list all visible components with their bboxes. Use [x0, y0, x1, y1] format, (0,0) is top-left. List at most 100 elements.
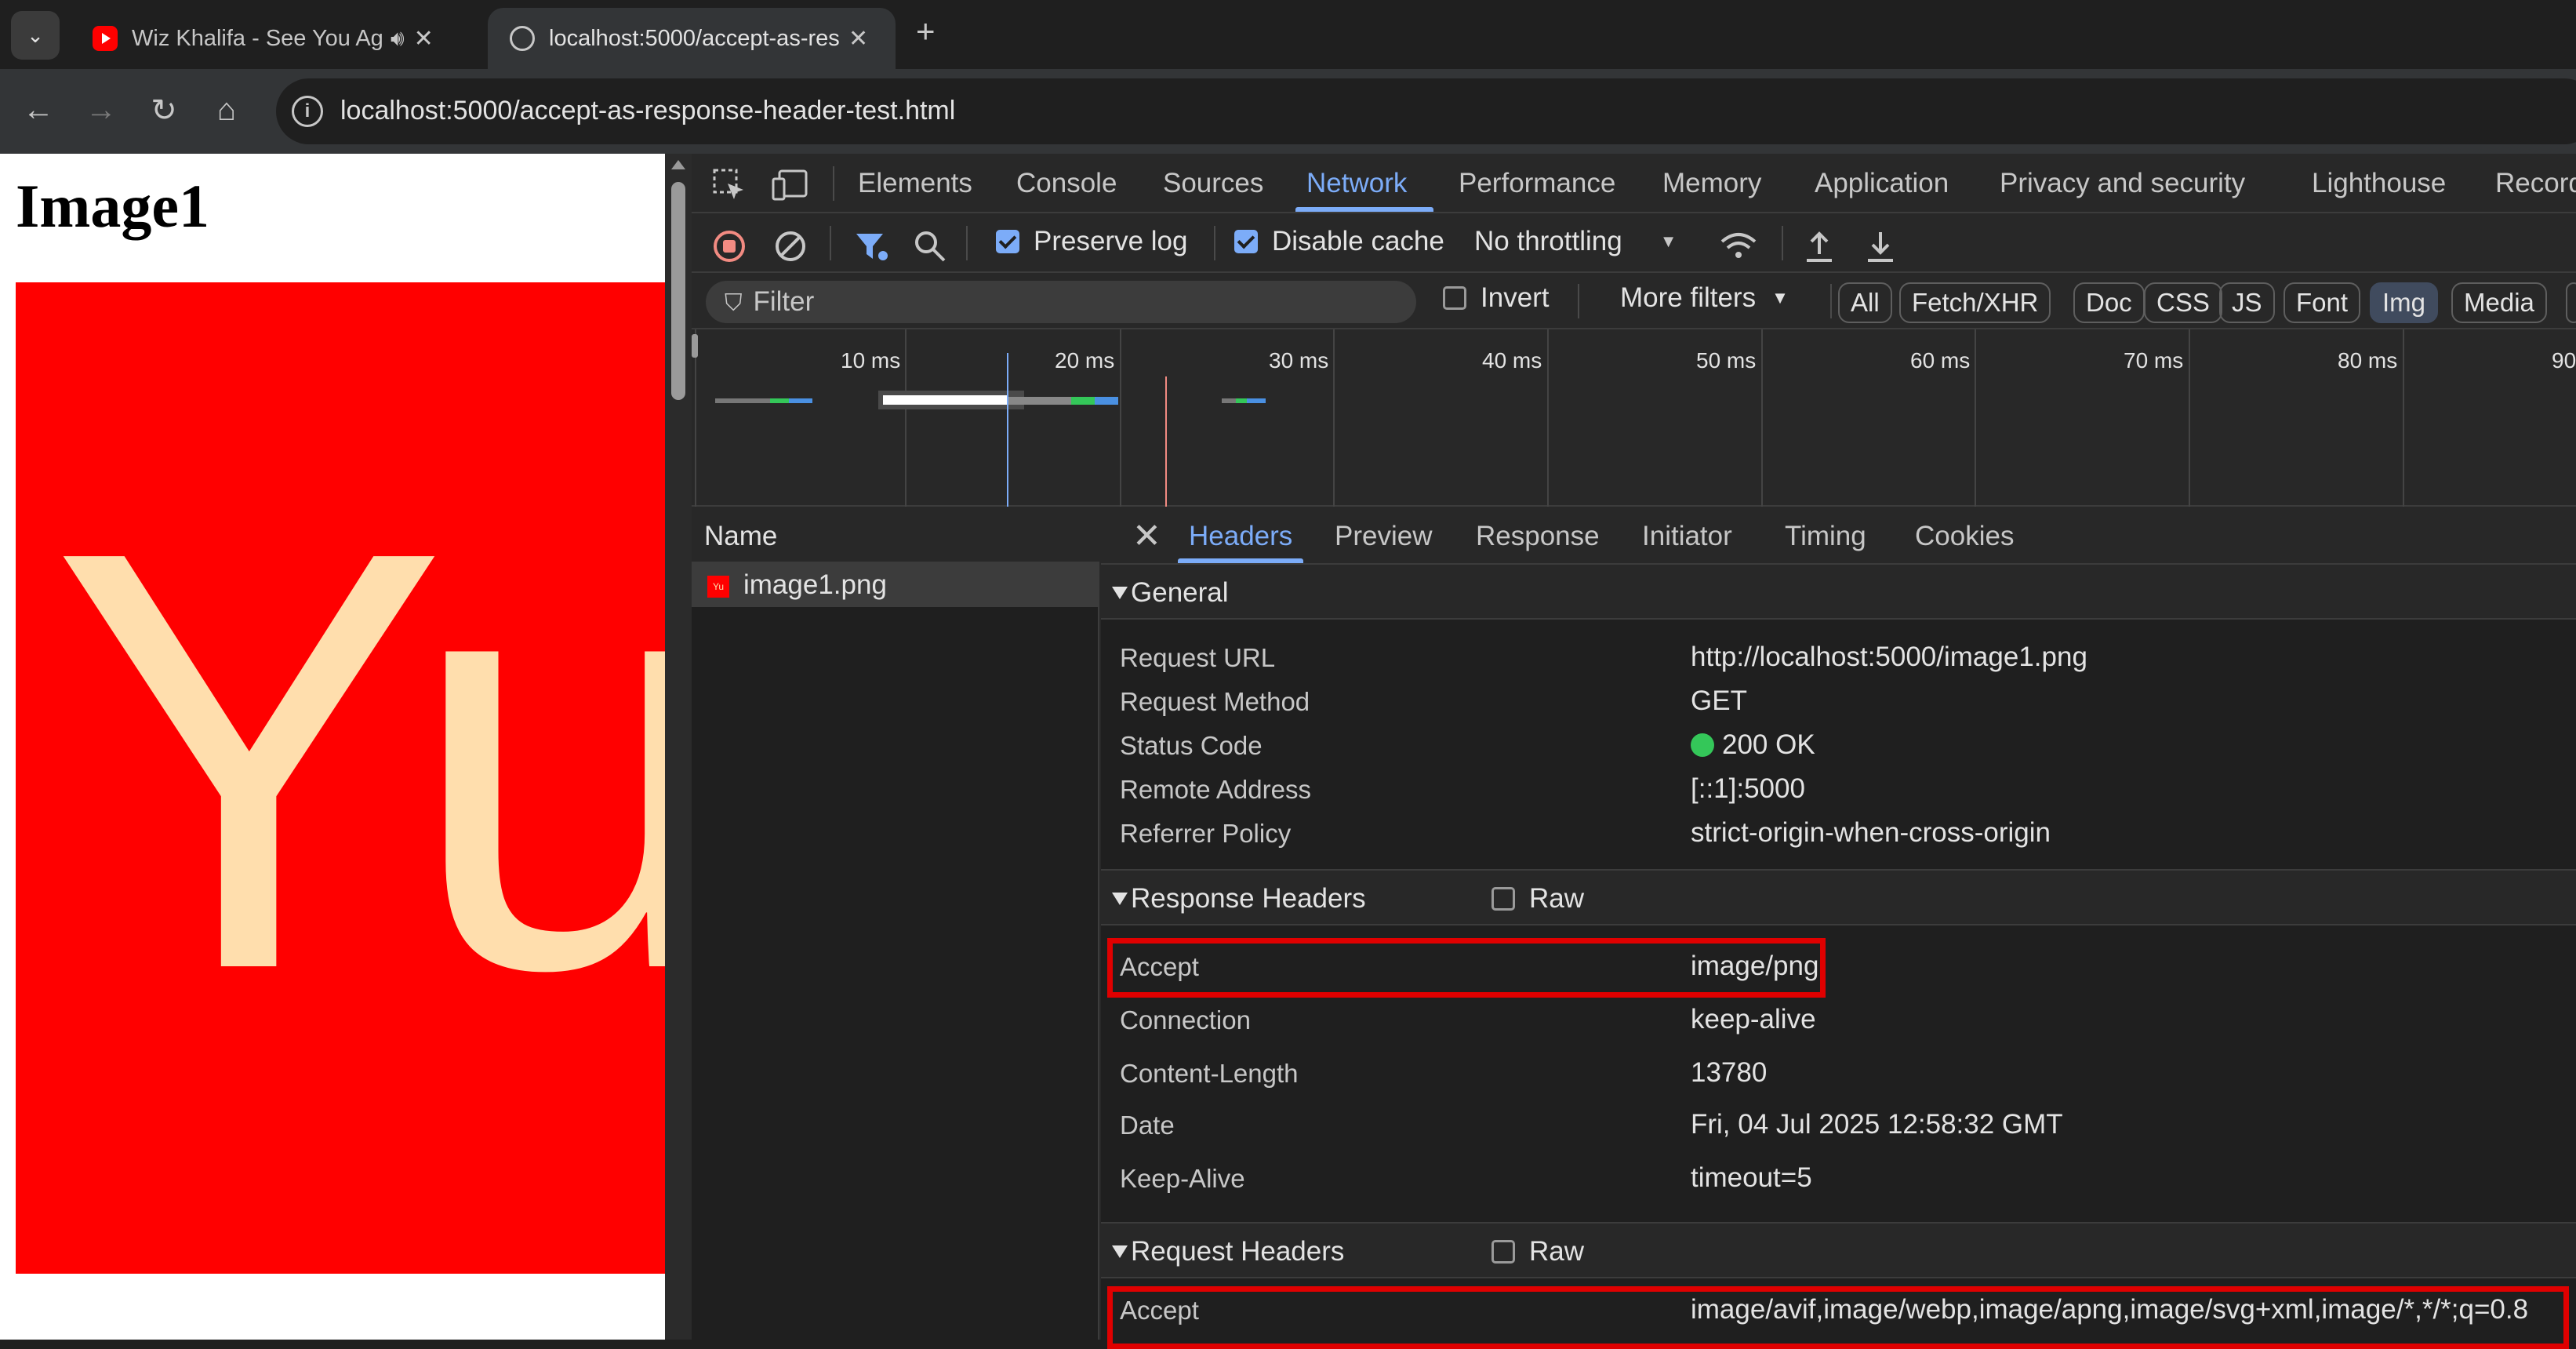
close-icon[interactable]: ✕ [1132, 516, 1161, 556]
dropdown-arrow-icon: ▼ [1659, 231, 1677, 251]
url-text[interactable]: localhost:5000/accept-as-response-header… [340, 96, 955, 126]
checkbox-unchecked[interactable] [1491, 887, 1515, 911]
stop-recording-icon[interactable] [712, 229, 747, 264]
response-headers-section-header[interactable]: Response Headers Raw [1101, 869, 2576, 925]
network-conditions-icon[interactable] [1719, 231, 1758, 262]
invert-label: Invert [1481, 282, 1550, 313]
speaker-icon[interactable]: 🔊︎ [391, 26, 405, 52]
header-key: Referrer Policy [1120, 819, 1292, 848]
general-section-header[interactable]: General [1101, 563, 2576, 620]
clear-icon[interactable] [773, 229, 808, 264]
checkbox-unchecked[interactable] [1491, 1240, 1515, 1264]
header-key: Date [1120, 1111, 1175, 1140]
page-scrollbar[interactable] [665, 154, 692, 1340]
filter-doc[interactable]: Doc [2073, 282, 2145, 323]
forward-arrow-icon[interactable]: → [82, 93, 121, 128]
filter-bar: ⛉ Filter Invert More filters ▼ All Fetch/X… [692, 273, 2576, 329]
tab-response[interactable]: Response [1476, 521, 1600, 552]
request-list-header[interactable]: Name [692, 508, 1099, 563]
inspect-element-icon[interactable] [712, 168, 747, 202]
tab-initiator[interactable]: Initiator [1642, 521, 1732, 552]
filter-fetch-xhr[interactable]: Fetch/XHR [1899, 282, 2051, 323]
timeline-bar [770, 398, 789, 403]
tab-memory[interactable]: Memory [1662, 168, 1761, 199]
scroll-up-icon[interactable] [671, 160, 685, 169]
device-toolbar-icon[interactable] [772, 168, 809, 202]
tab-lighthouse[interactable]: Lighthouse [2312, 168, 2446, 199]
checkbox-unchecked[interactable] [1443, 286, 1466, 310]
checkbox-checked[interactable] [996, 230, 1019, 253]
header-value: 13780 [1691, 1057, 1768, 1088]
request-row[interactable]: Yu image1.png [692, 563, 1099, 607]
reload-icon[interactable]: ↻ [144, 93, 183, 129]
name-column-header: Name [704, 521, 778, 551]
tab-elements[interactable]: Elements [858, 168, 972, 199]
filter-media[interactable]: Media [2451, 282, 2547, 323]
divider [830, 226, 831, 260]
tab-youtube[interactable]: Wiz Khalifa - See You Again 🔊︎ ✕ [71, 8, 478, 69]
timeline-bar [1222, 398, 1236, 403]
divider [833, 166, 834, 201]
import-har-icon[interactable] [1804, 229, 1835, 264]
tab-title: localhost:5000/accept-as-resp [549, 25, 839, 51]
filter-funnel-icon[interactable] [853, 229, 891, 264]
export-har-icon[interactable] [1865, 229, 1896, 264]
site-info-icon[interactable]: i [292, 96, 323, 127]
filter-css[interactable]: CSS [2144, 282, 2222, 323]
globe-icon [510, 26, 535, 51]
new-tab-button[interactable]: + [916, 13, 936, 50]
tab-network[interactable]: Network [1306, 168, 1407, 199]
filter-overflow[interactable] [2566, 282, 2576, 323]
back-arrow-icon[interactable]: ← [19, 93, 58, 128]
tab-search-button[interactable]: ⌄ [11, 11, 60, 60]
timeline-handle[interactable] [692, 334, 698, 358]
tab-performance[interactable]: Performance [1459, 168, 1615, 199]
raw-toggle[interactable]: Raw [1491, 883, 1584, 914]
header-key: Content-Length [1120, 1059, 1299, 1088]
tab-timing[interactable]: Timing [1785, 521, 1866, 552]
filter-img[interactable]: Img [2370, 282, 2439, 323]
filter-font[interactable]: Font [2284, 282, 2361, 323]
home-icon[interactable]: ⌂ [207, 93, 246, 128]
tab-preview[interactable]: Preview [1335, 521, 1432, 552]
header-value: image/png [1691, 951, 1819, 981]
timeline-tick: 90 [2552, 348, 2576, 373]
tab-recorder[interactable]: Recorder [2495, 168, 2576, 199]
status-code-text: 200 OK [1722, 729, 1815, 760]
timeline-tick: 50 ms [1696, 348, 1757, 373]
tab-headers[interactable]: Headers [1189, 521, 1292, 552]
section-title: Request Headers [1131, 1236, 1345, 1267]
close-tab-icon[interactable]: ✕ [414, 25, 434, 53]
preserve-log-checkbox[interactable]: Preserve log [996, 226, 1187, 257]
filter-js[interactable]: JS [2219, 282, 2275, 323]
network-overview-timeline[interactable]: 10 ms 20 ms 30 ms 40 ms 50 ms 60 ms 70 m… [692, 329, 2576, 507]
filter-all[interactable]: All [1838, 282, 1892, 323]
page-heading: Image1 [16, 172, 209, 240]
throttling-select[interactable]: No throttling ▼ [1474, 226, 1677, 257]
request-headers-section-header[interactable]: Request Headers Raw [1101, 1222, 2576, 1278]
timeline-tick: 70 ms [2124, 348, 2184, 373]
disable-cache-checkbox[interactable]: Disable cache [1234, 226, 1444, 257]
tab-cookies[interactable]: Cookies [1915, 521, 2014, 552]
invert-checkbox[interactable]: Invert [1443, 282, 1550, 314]
more-filters-dropdown[interactable]: More filters ▼ [1620, 282, 1789, 314]
tab-localhost[interactable]: localhost:5000/accept-as-resp ✕ [488, 8, 896, 69]
gridline [1761, 329, 1763, 507]
timeline-tick: 20 ms [1055, 348, 1115, 373]
header-key: Request URL [1120, 643, 1276, 672]
header-key: Accept [1120, 1296, 1199, 1325]
close-tab-icon[interactable]: ✕ [848, 25, 868, 53]
scrollbar-thumb[interactable] [671, 182, 685, 400]
tab-privacy-security[interactable]: Privacy and security [2000, 168, 2245, 199]
tab-application[interactable]: Application [1815, 168, 1949, 199]
raw-label: Raw [1529, 883, 1585, 914]
search-icon[interactable] [913, 229, 947, 264]
tab-sources[interactable]: Sources [1163, 168, 1263, 199]
filter-input[interactable]: ⛉ Filter [706, 281, 1416, 323]
gridline [2189, 329, 2190, 507]
address-bar[interactable]: i localhost:5000/accept-as-response-head… [276, 78, 2576, 144]
checkbox-checked[interactable] [1234, 230, 1258, 253]
raw-toggle[interactable]: Raw [1491, 1236, 1584, 1267]
tab-console[interactable]: Console [1016, 168, 1117, 199]
image-file-icon: Yu [707, 576, 729, 598]
